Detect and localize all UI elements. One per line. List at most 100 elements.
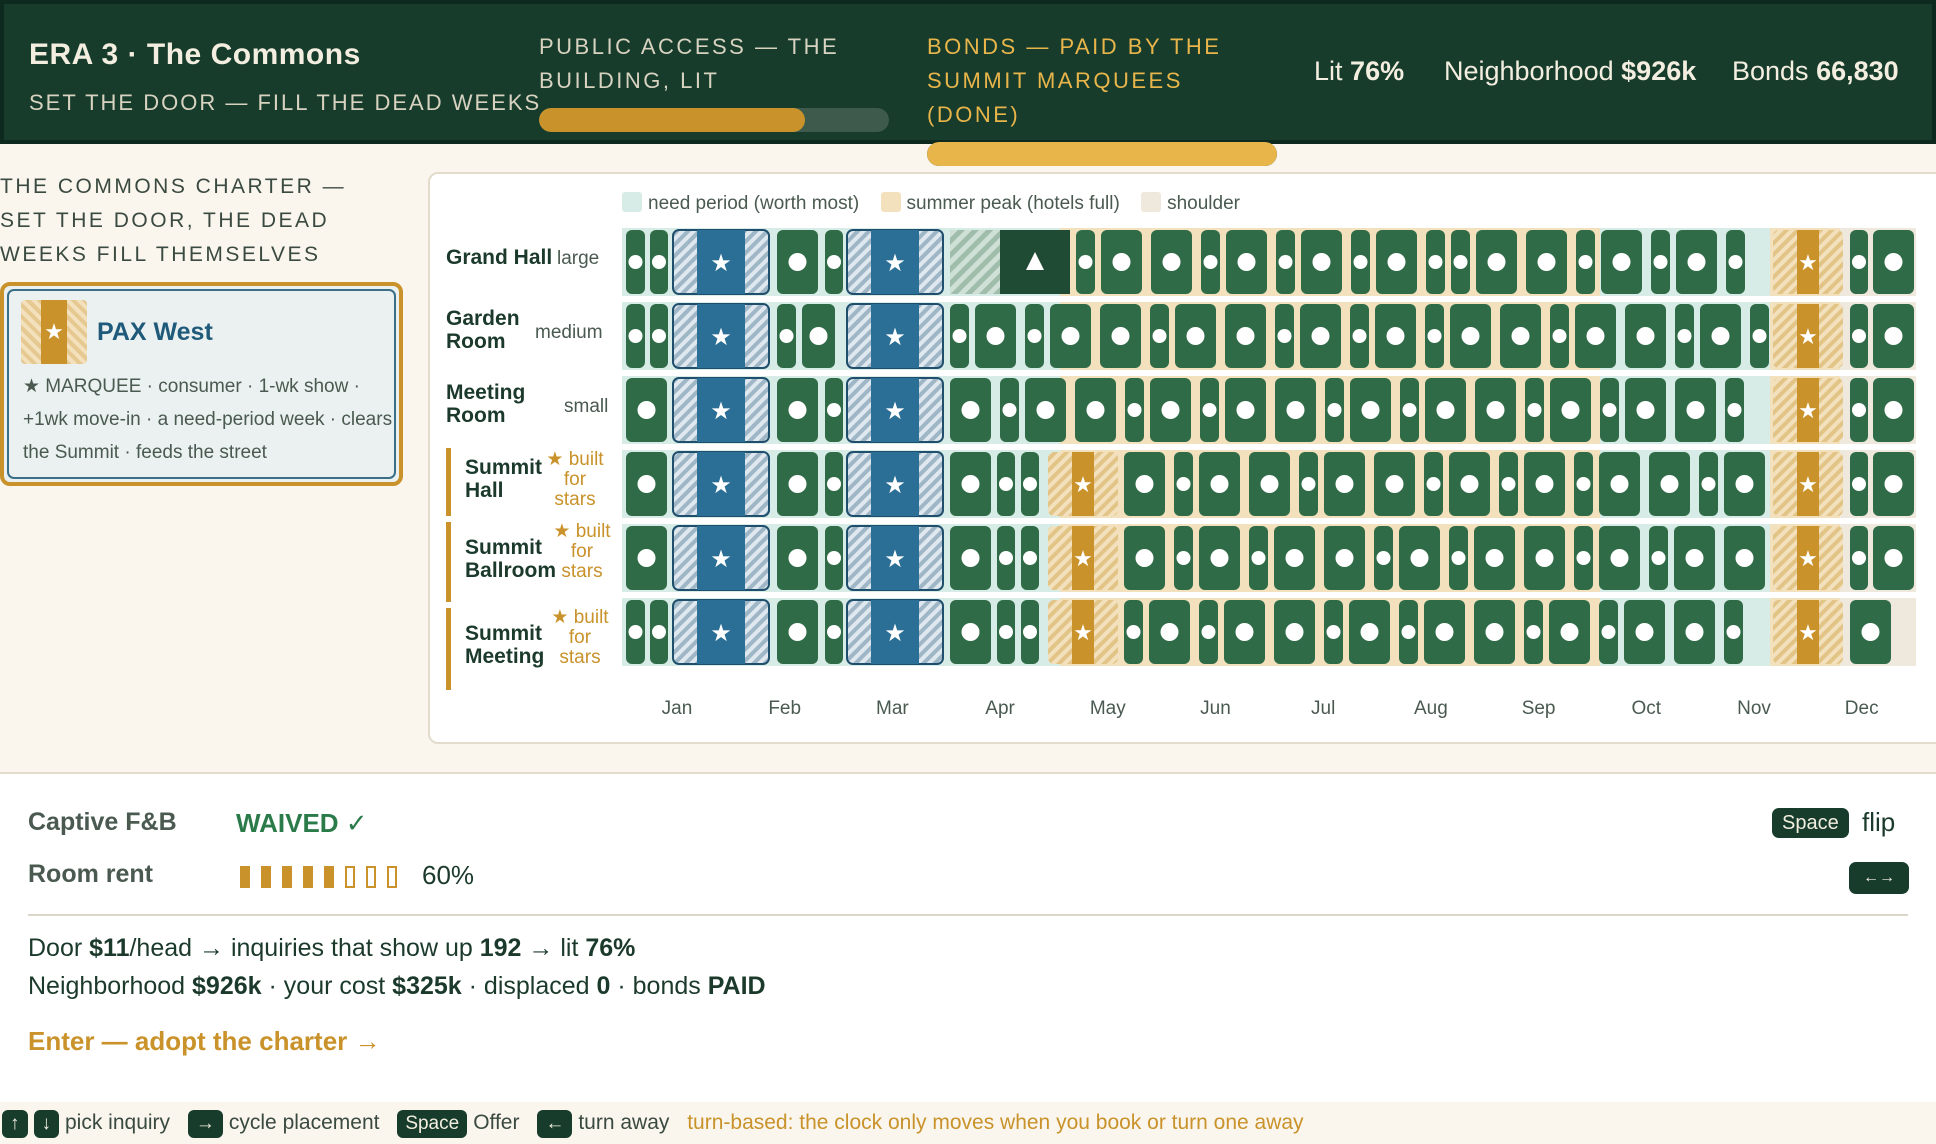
key-space[interactable]: Space [397,1110,468,1138]
fb-value[interactable]: WAIVED ✓ [236,808,368,839]
key-left[interactable]: ← [537,1110,573,1138]
star-icon: ★ [1798,472,1818,497]
dot-icon [1401,625,1416,639]
dot-icon [1552,329,1567,343]
dot-icon [1410,549,1429,567]
dot-icon [1078,255,1093,269]
dot-icon [1210,549,1229,567]
star-icon: ★ [884,250,906,277]
dot-icon [1560,623,1579,641]
dot-icon [1852,477,1866,491]
dot-icon [827,403,841,417]
dot-icon [1285,623,1304,641]
dot-icon [1602,403,1617,417]
star-icon: ★ [884,398,906,425]
star-icon: ★ [710,324,732,351]
dot-icon [1435,623,1454,641]
dot-icon [1852,255,1866,269]
key-right[interactable]: → [187,1110,223,1138]
space-key-hint[interactable]: Space [1772,808,1849,838]
dot-icon [1884,549,1903,567]
dot-icon [952,329,967,343]
dot-icon [1135,475,1154,493]
dot-icon [1653,255,1668,269]
dot-icon [1537,253,1556,271]
dot-icon [652,329,666,343]
dot-icon [1610,549,1629,567]
dot-icon [1735,475,1754,493]
dot-icon [1111,327,1130,345]
dot-icon [1023,551,1037,565]
dot-icon [628,625,643,639]
dot-icon [1586,327,1605,345]
dot-icon [999,477,1013,491]
dot-icon [788,475,807,493]
dot-icon [1884,327,1903,345]
rent-bar [387,866,397,888]
star-icon: ★ [710,398,732,425]
dot-icon [1176,477,1191,491]
dot-icon [1361,401,1380,419]
dot-icon [1711,327,1730,345]
dot-icon [1023,477,1037,491]
dot-icon [1735,549,1754,567]
dot-icon [1576,477,1591,491]
dot-icon [628,255,643,269]
dot-icon [1486,401,1505,419]
rent-bar [345,866,355,888]
dot-icon [652,625,666,639]
dot-icon [827,477,841,491]
dot-icon [1461,327,1480,345]
dot-icon [1852,551,1866,565]
dot-icon [986,327,1005,345]
dot-icon [809,327,828,345]
dot-icon [1535,549,1554,567]
dot-icon [1201,625,1216,639]
month-label: Jul [1311,698,1336,719]
dot-icon [1202,403,1217,417]
arrow-keys-hint[interactable]: ←→ [1849,862,1909,894]
dot-icon [1686,401,1705,419]
dot-icon [1601,625,1616,639]
dot-icon [788,401,807,419]
key-hints: ↑ ↓ pick inquiry → cycle placement Space Off… [2,1110,1304,1138]
star-icon: ★ [1798,546,1818,571]
dot-icon [1286,401,1305,419]
key-down[interactable]: ↓ [33,1110,59,1138]
dot-icon [1127,403,1142,417]
dot-icon [1326,625,1341,639]
dot-icon [1126,625,1141,639]
dot-icon [1301,477,1316,491]
rent-bar [261,866,271,888]
month-label: Aug [1413,698,1448,719]
month-label: Jun [1200,698,1231,719]
dot-icon [1112,253,1131,271]
dot-icon [1327,403,1342,417]
flip-label: flip [1862,807,1896,837]
dot-icon [1162,253,1181,271]
dot-icon [999,625,1013,639]
dot-icon [1535,475,1554,493]
dot-icon [1852,403,1866,417]
key-up[interactable]: ↑ [2,1110,28,1138]
dot-icon [1726,625,1741,639]
rent-level-slider[interactable] [240,866,408,893]
star-icon: ★ [1798,324,1818,349]
dot-icon [1376,551,1391,565]
calendar-grid[interactable]: ★ ★ ★ ★ ★ ★ ★ ★ ★ ★ ★ ★ ★ ★ ★ ★ ★ ★ ★ ★ ★ [0,0,1936,744]
dot-icon [1451,551,1466,565]
dot-icon [637,549,656,567]
dot-icon [1260,475,1279,493]
star-icon: ★ [1798,398,1818,423]
adopt-charter-link[interactable]: Enter — adopt the charter → [28,1026,381,1057]
dot-icon [1186,327,1205,345]
month-label: Jan [661,698,693,719]
dot-icon [1752,329,1767,343]
dot-icon [1884,475,1903,493]
dot-icon [1176,551,1191,565]
rent-bar [303,866,313,888]
dot-icon [1852,329,1866,343]
dot-icon [961,475,980,493]
star-icon: ★ [1073,620,1093,645]
star-icon: ★ [1073,546,1093,571]
